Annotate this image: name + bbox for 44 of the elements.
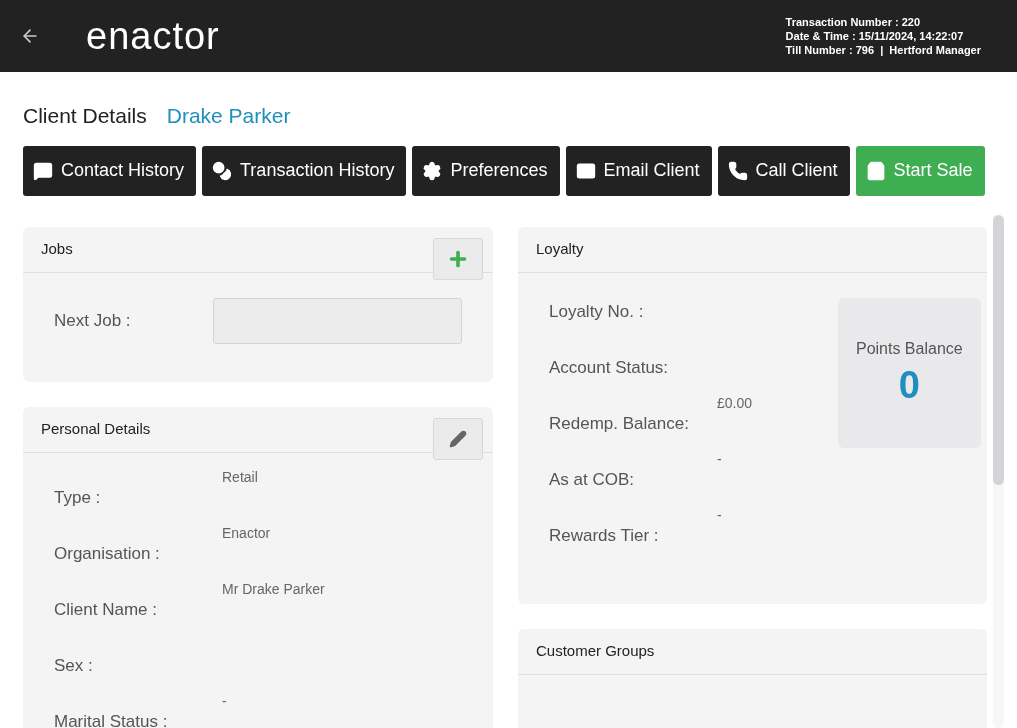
card-title: Customer Groups [536,640,655,661]
field-value: - [717,505,722,525]
points-value: 0 [898,362,920,408]
edit-button[interactable] [433,417,483,460]
settings-icon [422,160,443,181]
field-value: Mr Drake Parker [222,579,325,599]
field-value: Retail [222,467,258,487]
card-title: Jobs [41,238,73,259]
client-name: Drake Parker [166,103,291,129]
field-label: Marital Status : [54,711,169,728]
next-job-field[interactable] [212,297,462,344]
pencil-icon [449,429,467,448]
field-label: Rewards Tier : [549,525,660,547]
field-label: Type : [54,487,102,509]
field-label: Next Job : [54,309,132,332]
scrollbar-thumb[interactable] [993,214,1004,485]
field-value: - [222,691,227,711]
bag-icon [865,160,886,181]
field-label: Loyalty No. : [549,301,645,323]
field-label: Account Status: [549,357,670,379]
field-label: Sex : [54,655,94,677]
header-info: Till Number : 796 | Hertford Manager [785,43,981,57]
field-label: Client Name : [54,599,158,621]
field-value: Enactor [222,523,271,543]
action-button[interactable]: Email Client [565,145,712,196]
header-info: Transaction Number : 220 [785,15,922,29]
field-value: - [717,449,722,469]
action-button[interactable]: Contact History [23,145,197,196]
action-button[interactable]: Call Client [717,145,850,196]
page-title: Client Details [23,103,147,129]
card-title: Personal Details [41,418,151,439]
add-button[interactable] [433,237,483,280]
card-title: Loyalty [536,238,584,259]
header-info: Date & Time : 15/11/2024, 14:22:07 [785,29,965,43]
action-button[interactable]: Transaction History [202,145,407,196]
phone-icon [727,160,748,181]
field-label: Organisation : [54,543,161,565]
logo: enactor [86,17,220,55]
points-label: Points Balance [855,338,963,359]
action-button[interactable]: Preferences [412,145,560,196]
field-value: £0.00 [717,393,753,413]
field-label: As at COB: [549,469,636,491]
chat-icon [33,160,53,181]
field-label: Redemp. Balance: [549,413,690,435]
